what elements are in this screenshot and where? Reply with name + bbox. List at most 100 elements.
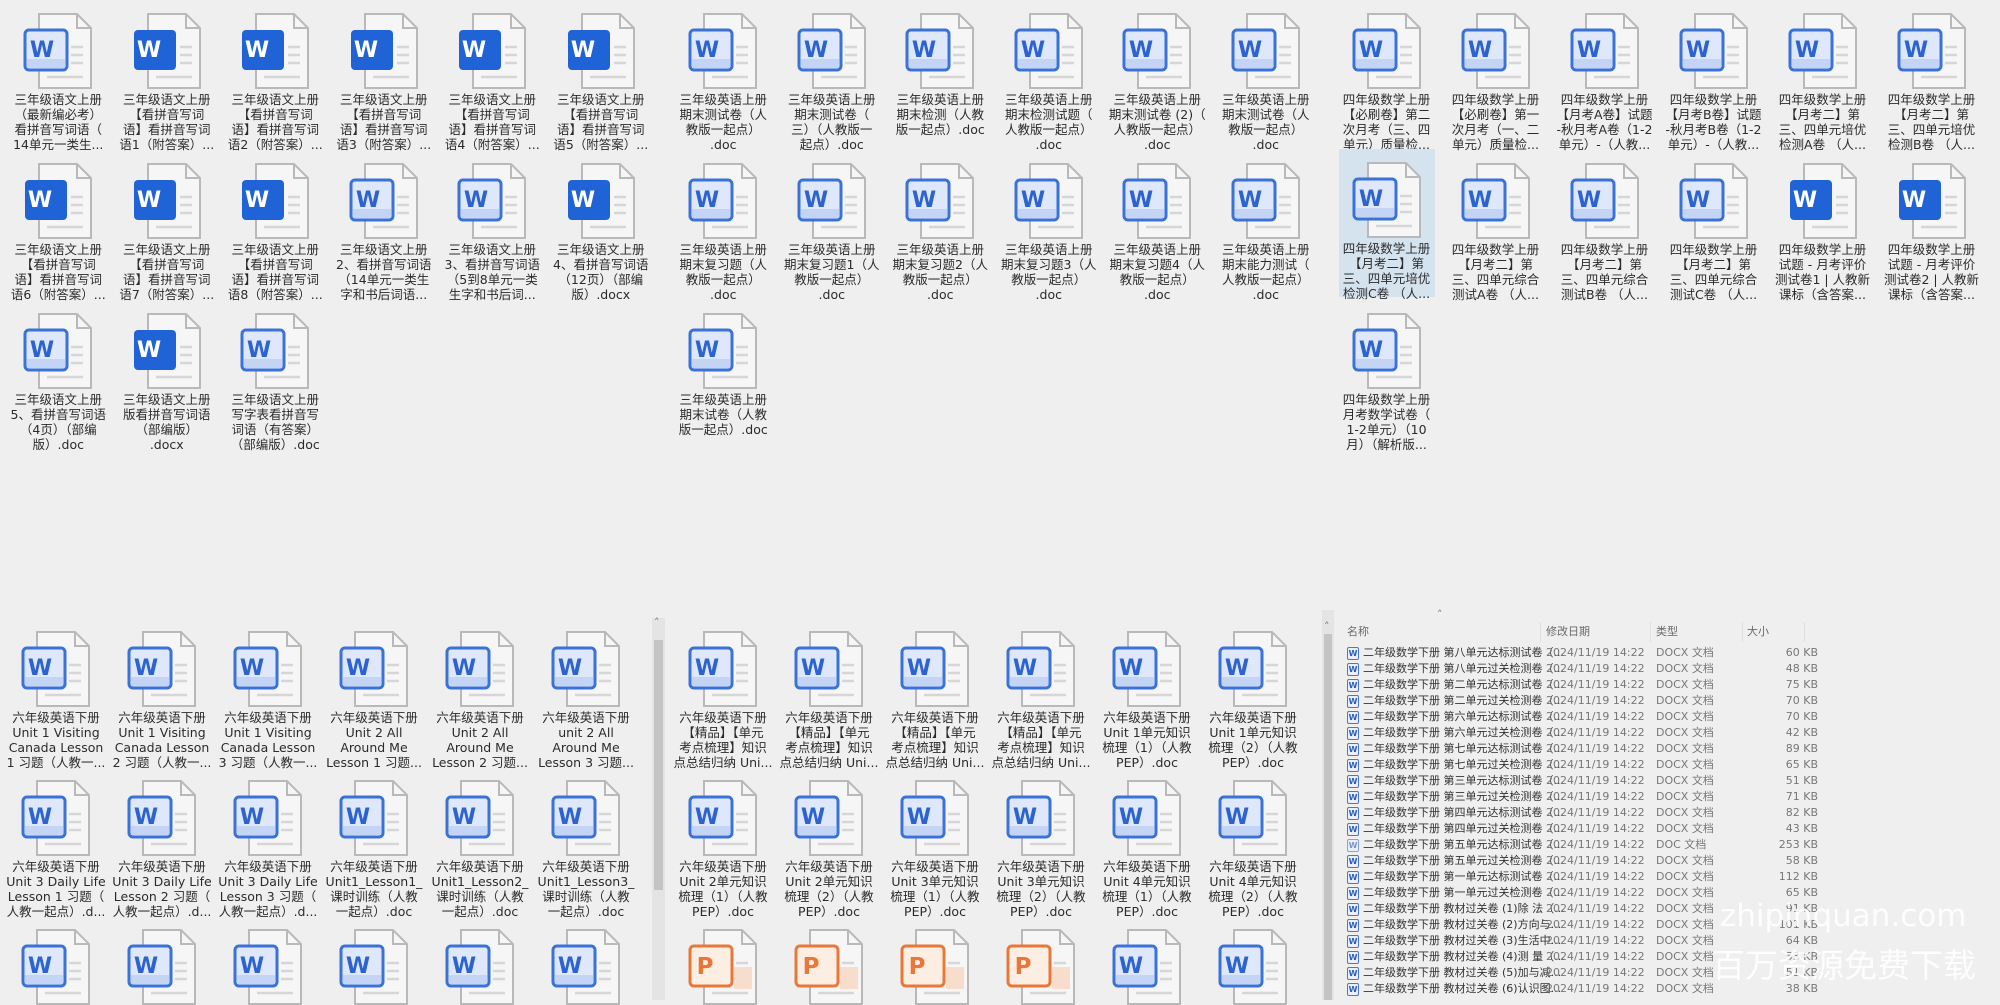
file-item[interactable]: W 六年级英语下册 Unit1_Lesson2_ 课时训练（人教 一起点）.doc — [432, 767, 528, 919]
file-item[interactable]: W 六年级英语下册 Unit 2单元知识 梳理（1）（人教 PEP）.doc — [675, 767, 771, 919]
file-item[interactable]: W 六年级英语下册 【精品】【单元 考点梳理】知识 点总结归纳 Uni... — [992, 618, 1090, 770]
file-item[interactable]: W 三年级英语上册 期末试卷（人教 版一起点）.doc — [675, 300, 771, 450]
file-item[interactable]: W 六年级英语下册 Unit 3 Daily Life Lesson 1 习题（ … — [6, 767, 106, 919]
list-row[interactable]: W 二年级数学下册 第六单元过关检测卷（... 2024/11/19 14:22 DO… — [1344, 725, 1984, 741]
list-row[interactable]: W 二年级数学下册 教材过关卷 (4)测 量（... 2024/11/19 14:2… — [1344, 949, 1984, 965]
list-row[interactable]: W 二年级数学下册 教材过关卷 (1)除 法（... 2024/11/19 14:2… — [1344, 901, 1984, 917]
file-item[interactable]: W 三年级英语上册 期末测试卷（人 教版一起点） .doc — [675, 0, 771, 152]
file-item[interactable]: W 三年级语文上册 5、看拼音写词语 （4页）（部编 版）.doc — [10, 300, 106, 452]
file-item[interactable]: W — [8, 916, 104, 1005]
file-item[interactable]: W 六年级英语下册 Unit 1 Visiting Canada Lesson 3… — [219, 618, 317, 770]
file-item[interactable]: W 三年级语文上册 【看拼音写词 语】看拼音写词 语3（附答案）... — [336, 0, 432, 152]
file-item[interactable]: W 三年级英语上册 期末复习题（人 教版一起点） .doc — [675, 150, 771, 302]
file-item[interactable]: W 三年级英语上册 期末测试卷 (2)（ 人教版一起点） .doc — [1109, 0, 1206, 152]
list-scrollbar-thumb[interactable] — [1324, 634, 1332, 1000]
file-item[interactable]: W 六年级英语下册 Unit 1 Visiting Canada Lesson 2… — [113, 618, 211, 770]
file-item[interactable]: W 四年级数学上册 【月考二】第 三、四单元培优 检测C卷 （人... — [1338, 149, 1435, 301]
file-item[interactable]: W 六年级英语下册 unit 2 All Around Me Lesson 3 习… — [538, 618, 634, 770]
file-item[interactable]: W 四年级数学上册 【必刷卷】第二 次月考（三、四 单元）质量检... — [1339, 0, 1435, 152]
file-item[interactable]: W 四年级数学上册 【月考二】第 三、四单元培优 检测A卷 （人... — [1775, 0, 1871, 152]
list-row[interactable]: W 二年级数学下册 第四单元过关检测卷（... 2024/11/19 14:22 DO… — [1344, 821, 1984, 837]
file-item[interactable]: W 三年级语文上册 【看拼音写词 语】看拼音写词 语5（附答案）... — [553, 0, 649, 152]
list-row[interactable]: W 二年级数学下册 第六单元达标测试卷（... 2024/11/19 14:22 DO… — [1344, 709, 1984, 725]
column-header-name[interactable]: 名称 — [1347, 620, 1369, 644]
file-item[interactable]: W 三年级语文上册 【看拼音写词 语】看拼音写词 语2（附答案）... — [227, 0, 323, 152]
file-item[interactable]: W 六年级英语下册 Unit 1 Visiting Canada Lesson 1… — [7, 618, 105, 770]
file-item[interactable]: W 四年级数学上册 【月考二】第 三、四单元综合 测试C卷 （人... — [1666, 150, 1762, 302]
file-item[interactable]: W 六年级英语下册 Unit 1单元知识 梳理（2）（人教 PEP）.doc — [1205, 618, 1301, 770]
file-item[interactable]: W — [432, 916, 528, 1005]
file-item[interactable]: W 三年级英语上册 期末复习题2（人 教版一起点） .doc — [892, 150, 988, 302]
file-item[interactable]: W 六年级英语下册 Unit 2单元知识 梳理（2）（人教 PEP）.doc — [781, 767, 877, 919]
file-item[interactable]: W 六年级英语下册 Unit1_Lesson3_ 课时训练（人教 一起点）.doc — [538, 767, 634, 919]
file-item[interactable]: W 四年级数学上册 试题 - 月考评价 测试卷1 | 人教新 课标（含答案... — [1775, 150, 1871, 302]
list-row[interactable]: W 二年级数学下册 教材过关卷 (3)生活中... 2024/11/19 14:22… — [1344, 933, 1984, 949]
file-item[interactable]: W 三年级英语上册 期末复习题3（人 教版一起点） .doc — [1001, 150, 1097, 302]
file-item[interactable]: W 三年级语文上册 3、看拼音写词语 （5到8单元一类 生字和书后词... — [444, 150, 540, 302]
file-item[interactable]: W 六年级英语下册 Unit 3单元知识 梳理（2）（人教 PEP）.doc — [993, 767, 1089, 919]
list-row[interactable]: W 二年级数学下册 教材过关卷 (2)方向与... 2024/11/19 14:22… — [1344, 917, 1984, 933]
file-item[interactable]: P — [781, 916, 877, 1005]
file-item[interactable]: W 六年级英语下册 Unit 3单元知识 梳理（1）（人教 PEP）.doc — [887, 767, 983, 919]
file-item[interactable]: W 四年级数学上册 【必刷卷】第一 次月考（一、二 单元）质量检... — [1448, 0, 1544, 152]
file-item[interactable]: W 三年级语文上册 【看拼音写词 语】看拼音写词 语4（附答案）... — [444, 0, 540, 152]
list-row[interactable]: W 二年级数学下册 第七单元达标测试卷（... 2024/11/19 14:22 DO… — [1344, 741, 1984, 757]
file-item[interactable]: W 三年级语文上册 写字表看拼音写 词语（有答案） （部编版）.doc — [227, 300, 323, 452]
column-header-type[interactable]: 类型 — [1656, 620, 1678, 644]
file-item[interactable]: W 四年级数学上册 月考数学试卷（ 1-2单元）（10 月）（解析版... — [1339, 300, 1435, 452]
column-header-date[interactable]: 修改日期 — [1546, 620, 1590, 644]
file-item[interactable]: W 四年级数学上册 【月考二】第 三、四单元培优 检测B卷 （人... — [1884, 0, 1980, 152]
list-row[interactable]: W 二年级数学下册 第二单元达标测试卷（... 2024/11/19 14:22 DO… — [1344, 677, 1984, 693]
file-item[interactable]: W 四年级数学上册 【月考二】第 三、四单元综合 测试A卷 （人... — [1448, 150, 1544, 302]
file-item[interactable]: W 三年级语文上册 【看拼音写词 语】看拼音写词 语6（附答案）... — [10, 150, 106, 302]
file-item[interactable]: W 四年级数学上册 【月考A卷】试题 -秋月考A卷（1-2 单元）-（人教... — [1556, 0, 1653, 152]
list-row[interactable]: W 二年级数学下册 第七单元过关检测卷（... 2024/11/19 14:22 DO… — [1344, 757, 1984, 773]
file-item[interactable]: W 六年级英语下册 Unit1_Lesson1_ 课时训练（人教 一起点）.doc — [326, 767, 422, 919]
file-item[interactable]: W 三年级语文上册 【看拼音写词 语】看拼音写词 语8（附答案）... — [227, 150, 323, 302]
list-row[interactable]: W 二年级数学下册 第五单元过关检测卷（... 2024/11/19 14:22 DO… — [1344, 853, 1984, 869]
list-row[interactable]: W 二年级数学下册 第三单元达标测试卷（... 2024/11/19 14:22 DO… — [1344, 773, 1984, 789]
file-item[interactable]: W 六年级英语下册 Unit 3 Daily Life Lesson 2 习题（ … — [112, 767, 212, 919]
file-item[interactable]: W 六年级英语下册 【精品】【单元 考点梳理】知识 点总结归纳 Uni... — [674, 618, 772, 770]
list-row[interactable]: W 二年级数学下册 第八单元达标测试卷（... 2024/11/19 14:22 DO… — [1344, 645, 1984, 661]
file-item[interactable]: W — [326, 916, 422, 1005]
file-item[interactable]: W — [114, 916, 210, 1005]
scroll-up-arrow-icon[interactable]: ˄ — [654, 616, 660, 629]
file-item[interactable]: W 六年级英语下册 【精品】【单元 考点梳理】知识 点总结归纳 Uni... — [780, 618, 878, 770]
file-item[interactable]: P — [887, 916, 983, 1005]
column-header-size[interactable]: 大小 — [1747, 620, 1769, 644]
file-item[interactable]: W 四年级数学上册 【月考二】第 三、四单元综合 测试B卷 （人... — [1557, 150, 1653, 302]
file-item[interactable]: W 三年级英语上册 期末测试卷（人 教版一起点） .doc — [1218, 0, 1314, 152]
file-item[interactable]: W 六年级英语下册 Unit 1单元知识 梳理（1）（人教 PEP）.doc — [1099, 618, 1195, 770]
file-item[interactable]: W 三年级语文上册 【看拼音写词 语】看拼音写词 语1（附答案）... — [119, 0, 215, 152]
file-item[interactable]: W — [1205, 916, 1301, 1005]
list-row[interactable]: W 二年级数学下册 第三单元过关检测卷（... 2024/11/19 14:22 DO… — [1344, 789, 1984, 805]
list-row[interactable]: W 二年级数学下册 教材过关卷 (6)认识图... 2024/11/19 14:22… — [1344, 981, 1984, 997]
file-item[interactable]: W 三年级语文上册 （最新编必考） 看拼音写词语（ 14单元一类生... — [10, 0, 106, 152]
file-item[interactable]: W 三年级英语上册 期末测试卷（ 三）（人教版一 起点）.doc — [784, 0, 880, 152]
list-row[interactable]: W 二年级数学下册 第一单元达标测试卷（... 2024/11/19 14:22 DO… — [1344, 869, 1984, 885]
file-item[interactable]: W — [220, 916, 316, 1005]
list-row[interactable]: W 二年级数学下册 教材过关卷 (5)加与减... 2024/11/19 14:22… — [1344, 965, 1984, 981]
file-item[interactable]: W 三年级英语上册 期末检测（人教 版一起点）.doc — [892, 0, 988, 150]
file-item[interactable]: W 四年级数学上册 【月考B卷】试题 -秋月考B卷（1-2 单元）-（人教... — [1665, 0, 1762, 152]
file-item[interactable]: W — [538, 916, 634, 1005]
file-item[interactable]: W 三年级语文上册 4、看拼音写词语 （12页）（部编 版）.docx — [553, 150, 649, 302]
file-item[interactable]: W 三年级英语上册 期末复习题1（人 教版一起点） .doc — [784, 150, 880, 302]
vertical-scrollbar[interactable] — [652, 618, 665, 1000]
file-item[interactable]: W 三年级英语上册 期末能力测试（ 人教版一起点） .doc — [1218, 150, 1314, 302]
file-item[interactable]: P — [993, 916, 1089, 1005]
file-item[interactable]: W 四年级数学上册 试题 - 月考评价 测试卷2 | 人教新 课标（含答案... — [1884, 150, 1980, 302]
file-item[interactable]: W — [1099, 916, 1195, 1005]
file-item[interactable]: W 三年级英语上册 期末复习题4（人 教版一起点） .doc — [1109, 150, 1205, 302]
file-item[interactable]: W 六年级英语下册 Unit 3 Daily Life Lesson 3 习题（ … — [218, 767, 318, 919]
list-row[interactable]: W 二年级数学下册 第五单元达标测试卷（... 2024/11/19 14:22 DO… — [1344, 837, 1984, 853]
list-row[interactable]: W 二年级数学下册 第四单元达标测试卷（... 2024/11/19 14:22 DO… — [1344, 805, 1984, 821]
file-item[interactable]: W 六年级英语下册 Unit 2 All Around Me Lesson 1 习… — [326, 618, 422, 770]
scrollbar-thumb[interactable] — [654, 640, 663, 890]
file-item[interactable]: W 六年级英语下册 Unit 4单元知识 梳理（2）（人教 PEP）.doc — [1205, 767, 1301, 919]
list-scroll-up-arrow-icon[interactable]: ˄ — [1324, 620, 1330, 633]
file-item[interactable]: W 三年级语文上册 【看拼音写词 语】看拼音写词 语7（附答案）... — [119, 150, 215, 302]
file-item[interactable]: W 六年级英语下册 Unit 2 All Around Me Lesson 2 习… — [432, 618, 528, 770]
file-item[interactable]: P — [675, 916, 771, 1005]
